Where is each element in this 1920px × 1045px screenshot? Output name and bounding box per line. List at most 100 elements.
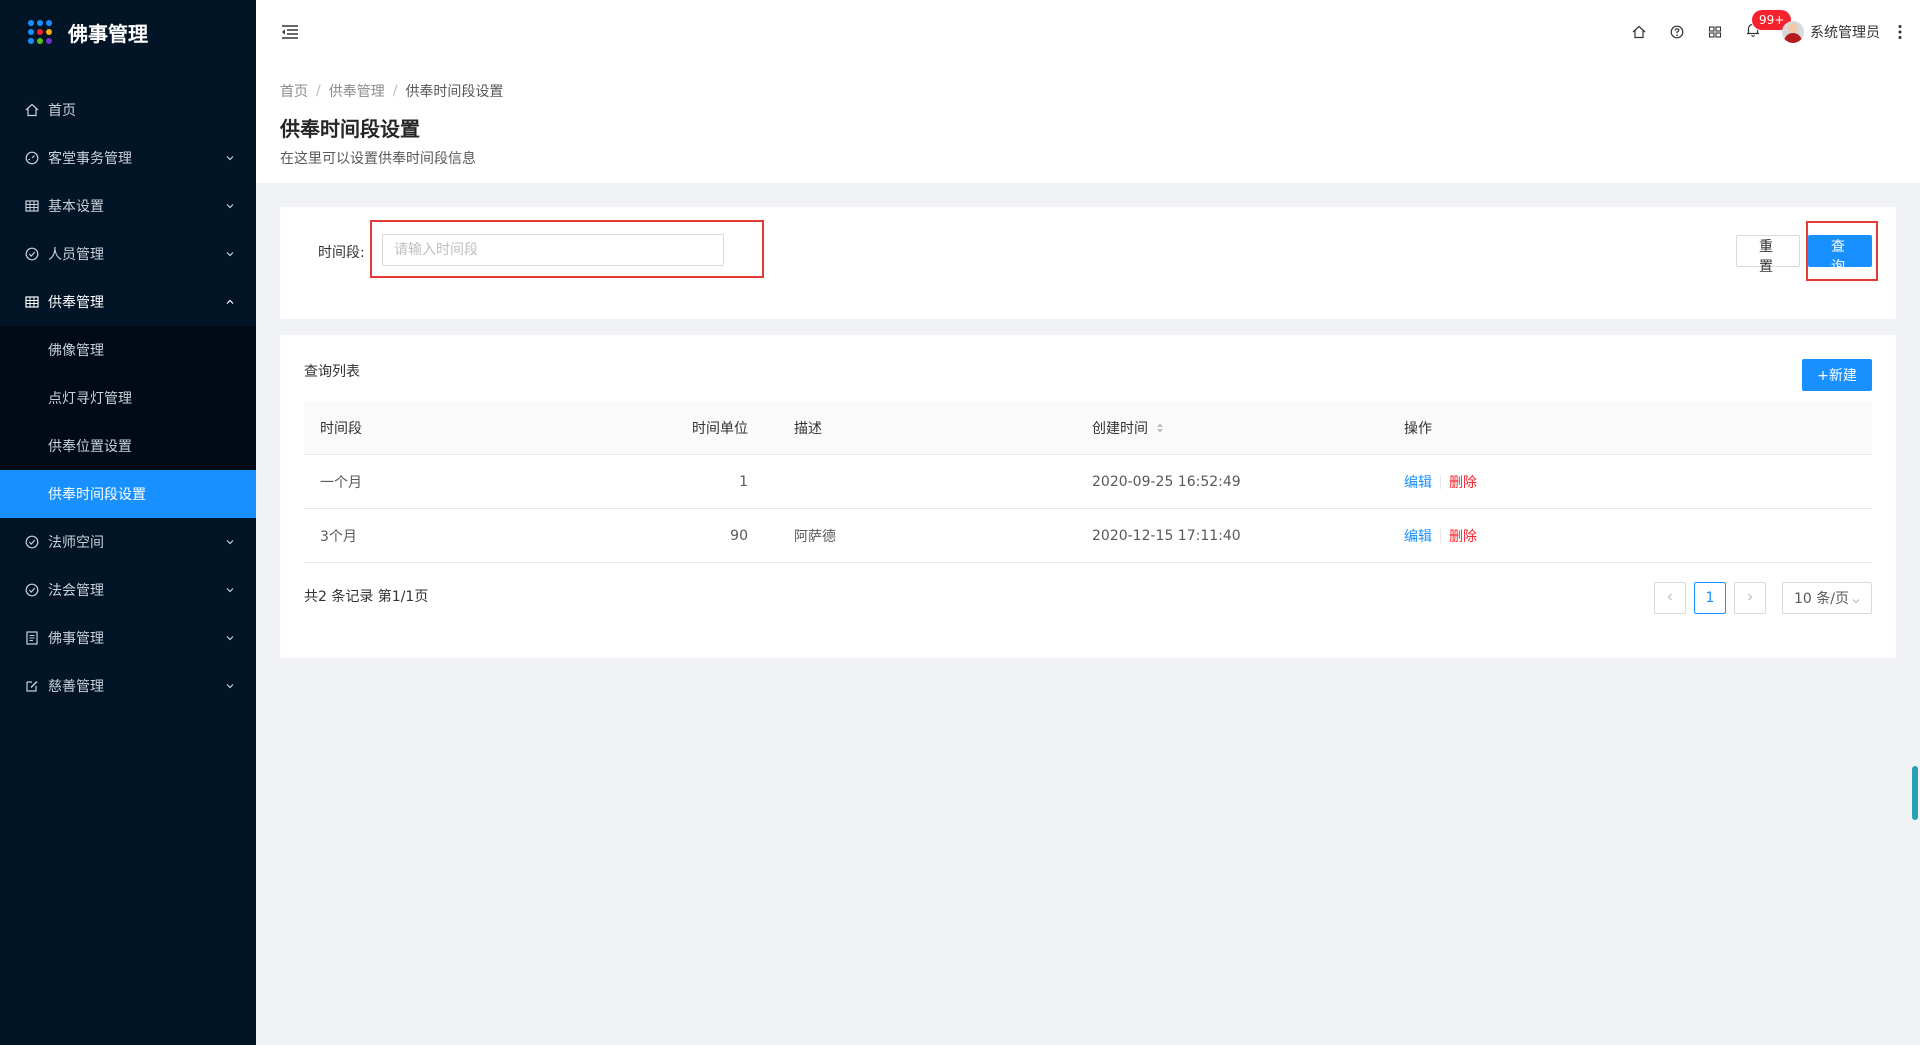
sidebar-subitem-buddha-statues[interactable]: 佛像管理 bbox=[0, 326, 256, 374]
sidebar-item-master-space[interactable]: 法师空间 bbox=[0, 518, 256, 566]
breadcrumb-separator: / bbox=[392, 83, 398, 99]
table-icon bbox=[24, 294, 40, 310]
page-number-button[interactable]: 1 bbox=[1694, 582, 1726, 614]
table-row: 一个月 1 2020-09-25 16:52:49 编辑 删除 bbox=[304, 455, 1872, 509]
sidebar-subitem-lamps[interactable]: 点灯寻灯管理 bbox=[0, 374, 256, 422]
page-size-select[interactable]: 10 条/页 bbox=[1782, 582, 1872, 614]
sidebar-item-label: 慈善管理 bbox=[48, 679, 104, 695]
breadcrumb-current: 供奉时间段设置 bbox=[405, 84, 504, 100]
cell-period: 一个月 bbox=[320, 474, 362, 491]
menu-fold-icon[interactable] bbox=[280, 22, 300, 42]
cell-unit: 1 bbox=[739, 473, 748, 490]
periods-table: 时间段 时间单位 描述 创建时间 操作 一个月 1 2020-09-25 16:… bbox=[304, 401, 1872, 563]
table-icon bbox=[24, 198, 40, 214]
sidebar-item-offerings[interactable]: 供奉管理 bbox=[0, 278, 256, 326]
sidebar-item-label: 法师空间 bbox=[48, 535, 104, 551]
cell-actions: 编辑 删除 bbox=[1388, 526, 1872, 546]
notification-button[interactable]: 99+ bbox=[1734, 0, 1792, 63]
sidebar-item-label: 首页 bbox=[48, 103, 76, 119]
column-header-unit: 时间单位 bbox=[692, 420, 748, 437]
period-field-label: 时间段: bbox=[318, 245, 365, 261]
page-size-value: 10 条/页 bbox=[1794, 591, 1849, 607]
cell-description: 阿萨德 bbox=[794, 528, 836, 545]
apps-icon[interactable] bbox=[1696, 0, 1734, 63]
cell-created: 2020-09-25 16:52:49 bbox=[1092, 473, 1241, 490]
breadcrumb-home[interactable]: 首页 bbox=[280, 81, 308, 101]
delete-link[interactable]: 删除 bbox=[1449, 472, 1477, 492]
sidebar-item-label: 基本设置 bbox=[48, 199, 104, 215]
profile-icon bbox=[24, 630, 40, 646]
side-menu: 首页 客堂事务管理 基本设置 人员管理 供奉管理 佛像管理 点灯寻灯管理 供奉位… bbox=[0, 86, 256, 710]
sidebar-item-charity[interactable]: 慈善管理 bbox=[0, 662, 256, 710]
logo[interactable]: 佛事管理 bbox=[0, 0, 256, 64]
column-header-actions: 操作 bbox=[1404, 420, 1432, 437]
offerings-submenu: 佛像管理 点灯寻灯管理 供奉位置设置 供奉时间段设置 bbox=[0, 326, 256, 518]
sidebar-item-label: 客堂事务管理 bbox=[48, 151, 132, 167]
edit-link[interactable]: 编辑 bbox=[1404, 526, 1432, 546]
chevron-left-icon bbox=[1665, 590, 1675, 606]
sidebar-item-label: 供奉时间段设置 bbox=[48, 487, 146, 503]
cell-created: 2020-12-15 17:11:40 bbox=[1092, 527, 1241, 544]
pagination-total: 共2 条记录 第1/1页 bbox=[304, 589, 429, 605]
more-vertical-icon[interactable] bbox=[1888, 0, 1912, 63]
sidebar-item-label: 供奉位置设置 bbox=[48, 439, 132, 455]
top-header: 99+ 系统管理员 bbox=[256, 0, 1920, 63]
sidebar: 佛事管理 首页 客堂事务管理 基本设置 人员管理 供奉管理 佛像管理 点灯寻灯管… bbox=[0, 0, 256, 1045]
username: 系统管理员 bbox=[1810, 24, 1880, 41]
user-menu[interactable]: 系统管理员 bbox=[1782, 20, 1880, 43]
query-button[interactable]: 查询 bbox=[1808, 235, 1872, 275]
next-page-button[interactable] bbox=[1734, 582, 1766, 614]
chevron-down-icon bbox=[224, 536, 236, 548]
check-circle-icon bbox=[24, 534, 40, 550]
table-row: 3个月 90 阿萨德 2020-12-15 17:11:40 编辑 删除 bbox=[304, 509, 1872, 563]
reset-button[interactable]: 重置 bbox=[1736, 235, 1800, 275]
check-circle-icon bbox=[24, 246, 40, 262]
chevron-down-icon bbox=[224, 248, 236, 260]
sidebar-item-label: 供奉管理 bbox=[48, 295, 104, 311]
sidebar-item-label: 法会管理 bbox=[48, 583, 104, 599]
home-icon bbox=[24, 102, 40, 118]
sort-icon[interactable] bbox=[1156, 422, 1164, 434]
column-header-created[interactable]: 创建时间 bbox=[1076, 418, 1388, 438]
apps-grid-icon bbox=[28, 20, 52, 44]
pagination: 1 10 条/页 bbox=[1646, 582, 1872, 614]
edit-link[interactable]: 编辑 bbox=[1404, 472, 1432, 492]
scrollbar-thumb[interactable] bbox=[1912, 766, 1918, 820]
cell-actions: 编辑 删除 bbox=[1388, 472, 1872, 492]
home-icon[interactable] bbox=[1620, 0, 1658, 63]
column-header-period: 时间段 bbox=[320, 420, 362, 437]
sidebar-item-label: 佛像管理 bbox=[48, 343, 104, 359]
chevron-down-icon bbox=[224, 584, 236, 596]
chevron-down-icon bbox=[224, 680, 236, 692]
chevron-down-icon bbox=[224, 200, 236, 212]
chevron-down-icon bbox=[1851, 594, 1861, 610]
chevron-up-icon bbox=[224, 296, 236, 308]
sidebar-item-personnel[interactable]: 人员管理 bbox=[0, 230, 256, 278]
action-divider bbox=[1440, 528, 1441, 543]
avatar bbox=[1782, 20, 1804, 43]
edit-icon bbox=[24, 678, 40, 694]
dashboard-icon bbox=[24, 150, 40, 166]
sidebar-item-home[interactable]: 首页 bbox=[0, 86, 256, 134]
sidebar-item-hall-affairs[interactable]: 客堂事务管理 bbox=[0, 134, 256, 182]
page-header: 首页 / 供奉管理 / 供奉时间段设置 供奉时间段设置 在这里可以设置供奉时间段… bbox=[256, 63, 1920, 183]
search-form: 时间段: 重置 查询 bbox=[280, 207, 1896, 319]
delete-link[interactable]: 删除 bbox=[1449, 526, 1477, 546]
prev-page-button[interactable] bbox=[1654, 582, 1686, 614]
breadcrumb-offerings[interactable]: 供奉管理 bbox=[329, 81, 385, 101]
sidebar-item-label: 人员管理 bbox=[48, 247, 104, 263]
sidebar-item-dharma-assembly[interactable]: 法会管理 bbox=[0, 566, 256, 614]
period-search-input[interactable] bbox=[382, 234, 724, 266]
cell-unit: 90 bbox=[730, 527, 748, 544]
sidebar-item-buddhist-affairs[interactable]: 佛事管理 bbox=[0, 614, 256, 662]
list-title: 查询列表 bbox=[304, 364, 360, 380]
app-title: 佛事管理 bbox=[68, 21, 148, 46]
sidebar-item-basic-settings[interactable]: 基本设置 bbox=[0, 182, 256, 230]
sidebar-subitem-offering-periods[interactable]: 供奉时间段设置 bbox=[0, 470, 256, 518]
cell-period: 3个月 bbox=[320, 528, 357, 545]
breadcrumb: 首页 / 供奉管理 / 供奉时间段设置 bbox=[280, 81, 1896, 101]
add-new-button[interactable]: +新建 bbox=[1802, 359, 1872, 391]
help-icon[interactable] bbox=[1658, 0, 1696, 63]
sidebar-subitem-offering-positions[interactable]: 供奉位置设置 bbox=[0, 422, 256, 470]
header-actions: 99+ 系统管理员 bbox=[1620, 0, 1920, 63]
